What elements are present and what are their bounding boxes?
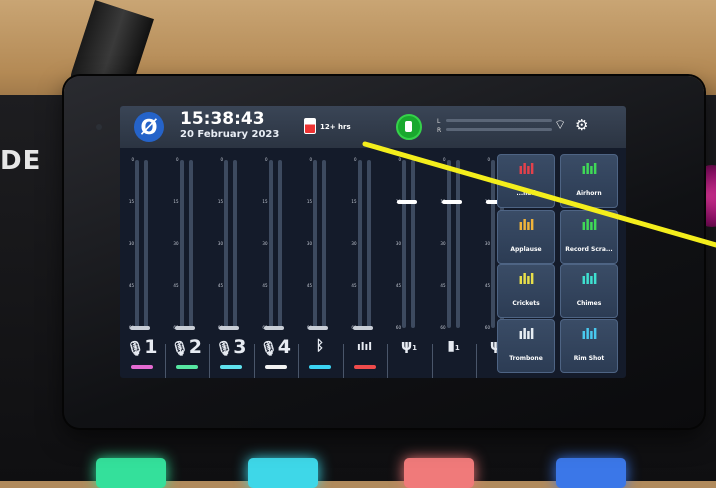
annotation-line: [362, 141, 716, 248]
annotation-arrow: [362, 141, 716, 248]
